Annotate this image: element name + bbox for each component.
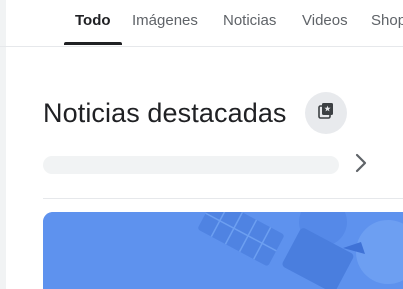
search-tabs: Todo Imágenes Noticias Videos Shop: [0, 0, 403, 47]
tab-todo[interactable]: Todo: [75, 12, 111, 29]
news-card-image[interactable]: [43, 212, 403, 289]
section-title: Noticias destacadas: [43, 98, 287, 128]
section-divider: [43, 198, 403, 199]
news-stack-icon: [316, 101, 336, 126]
next-button[interactable]: [348, 152, 374, 178]
news-stack-button[interactable]: [305, 92, 347, 134]
tab-noticias[interactable]: Noticias: [223, 12, 276, 29]
tab-shop[interactable]: Shop: [371, 12, 403, 29]
card-illustration: [43, 212, 403, 289]
chevron-right-icon: [354, 153, 368, 178]
page: Todo Imágenes Noticias Videos Shop Notic…: [0, 0, 403, 289]
loading-placeholder: [43, 156, 339, 174]
tab-videos[interactable]: Videos: [302, 12, 348, 29]
active-tab-indicator: [64, 42, 122, 45]
tab-imagenes[interactable]: Imágenes: [132, 12, 198, 29]
